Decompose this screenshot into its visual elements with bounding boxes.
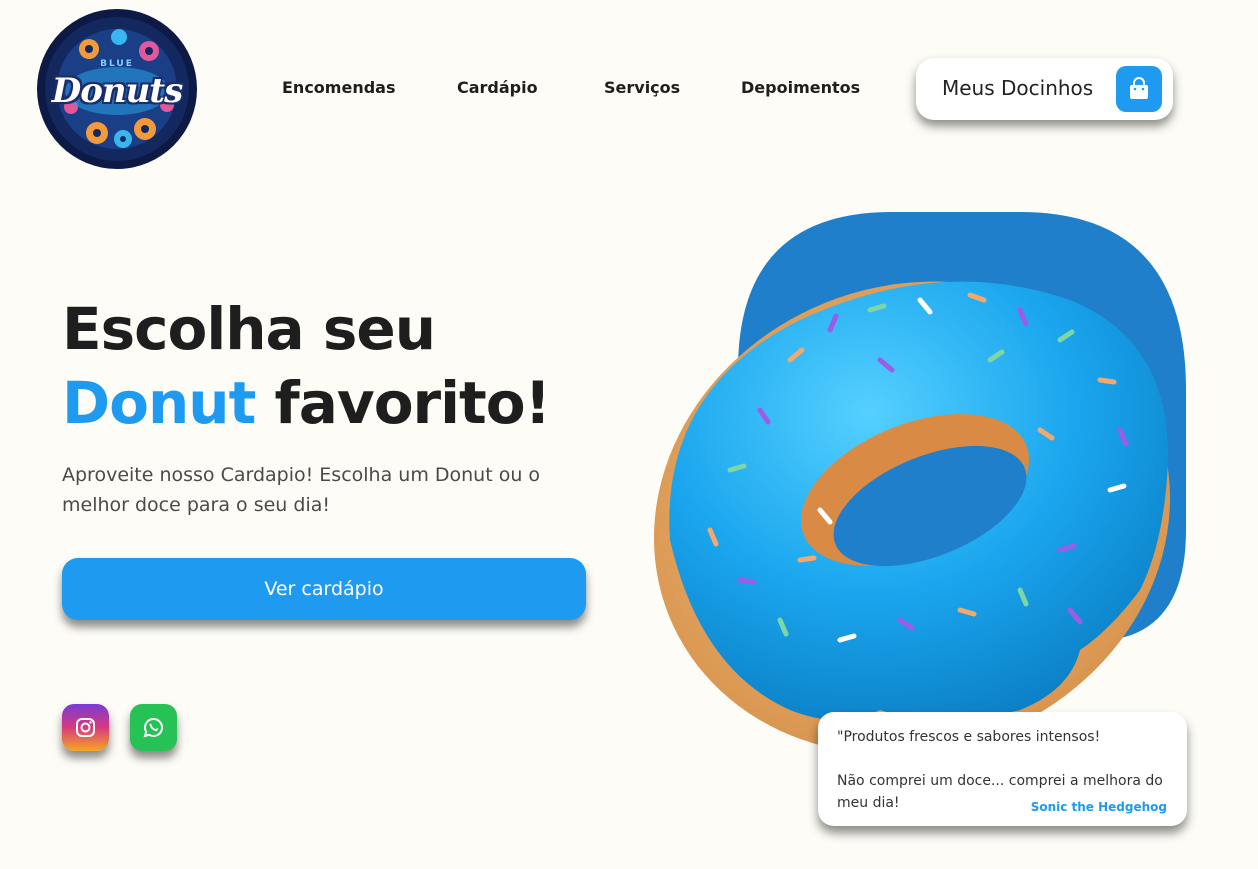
- nav-item-encomendas[interactable]: Encomendas: [282, 78, 395, 97]
- hero-subtitle: Aproveite nosso Cardapio! Escolha um Don…: [62, 464, 541, 516]
- instagram-icon: [76, 718, 95, 737]
- testimonial-card: "Produtos frescos e sabores intensos! Nã…: [818, 712, 1187, 826]
- testimonial-author: Sonic the Hedgehog: [1030, 800, 1167, 814]
- logo-small-text: BLUE: [100, 59, 134, 69]
- shopping-bag-icon: [1116, 66, 1162, 112]
- my-sweets-label: Meus Docinhos: [942, 76, 1094, 100]
- page: BLUE Donuts Encomendas Cardápio Serviços…: [0, 0, 1258, 869]
- my-sweets-button[interactable]: Meus Docinhos: [916, 58, 1173, 120]
- hero-title-line1: Escolha seu: [62, 295, 436, 363]
- nav-item-servicos[interactable]: Serviços: [604, 78, 680, 97]
- whatsapp-button[interactable]: [130, 704, 177, 751]
- hero-title-accent: Donut: [62, 369, 256, 437]
- testimonial-quote-line1: "Produtos frescos e sabores intensos!: [837, 729, 1101, 745]
- nav-item-depoimentos[interactable]: Depoimentos: [741, 78, 860, 97]
- instagram-button[interactable]: [62, 704, 109, 751]
- hero-title-rest: favorito!: [274, 369, 552, 437]
- view-menu-button[interactable]: Ver cardápio: [62, 558, 586, 620]
- nav-item-cardapio[interactable]: Cardápio: [457, 78, 538, 97]
- donut-image: [653, 212, 1186, 755]
- whatsapp-icon: [143, 717, 163, 738]
- hero-title: Escolha seu Donut favorito!: [62, 292, 552, 440]
